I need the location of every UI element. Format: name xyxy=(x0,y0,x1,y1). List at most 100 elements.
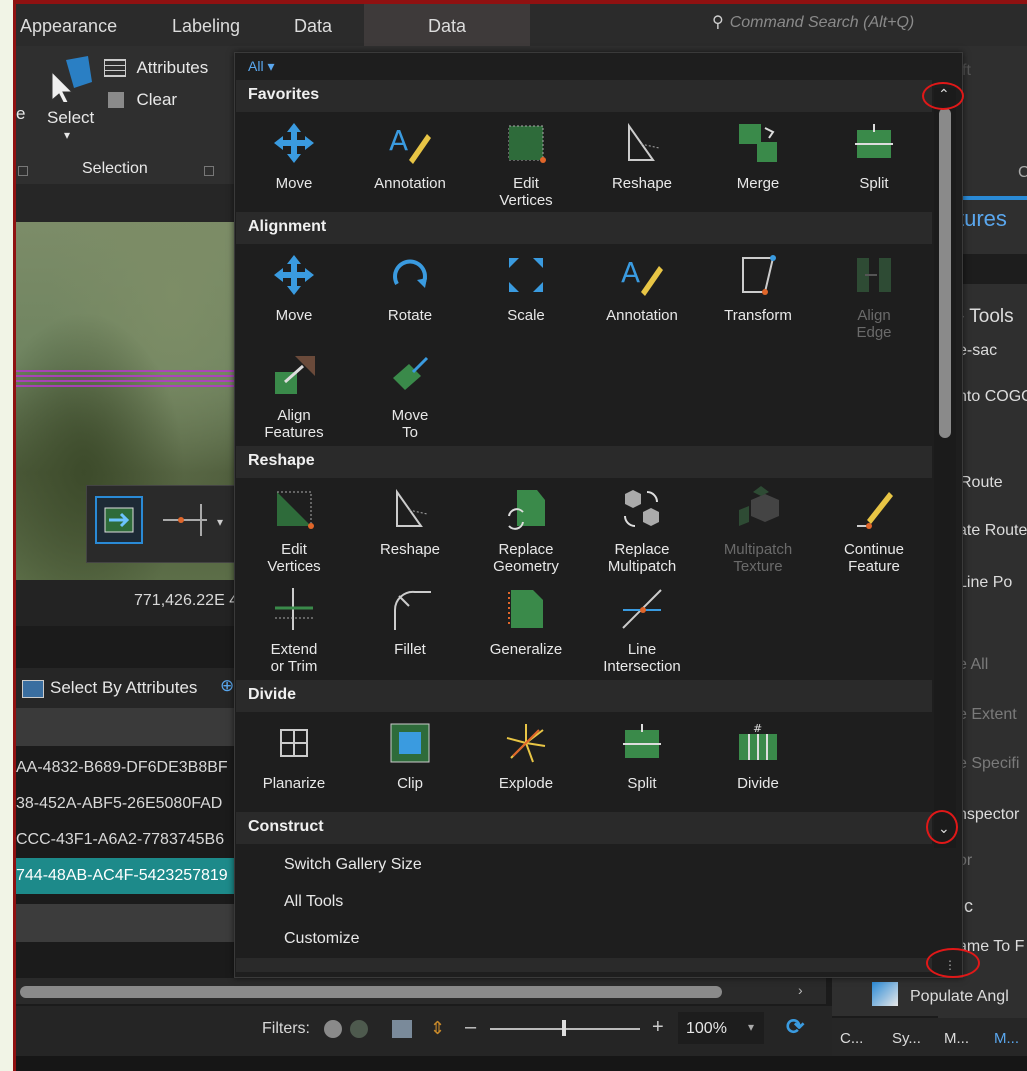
replace-multipatch-icon xyxy=(624,490,659,527)
annotation-circle xyxy=(922,82,964,110)
zoom-out-icon[interactable]: – xyxy=(465,1016,476,1039)
table-row[interactable]: CCC-43F1-A6A2-7783745B6 xyxy=(16,822,241,858)
pane-item[interactable]: ate Route xyxy=(958,522,1027,540)
merge-tool[interactable]: Merge xyxy=(700,120,816,192)
left-background-strip xyxy=(0,0,13,1071)
dialog-launcher-icon[interactable] xyxy=(204,166,214,176)
clear-selection-icon xyxy=(108,92,124,108)
time-filter-icon[interactable] xyxy=(324,1020,342,1038)
pane-tab[interactable]: C... xyxy=(840,1030,863,1047)
dialog-launcher-icon[interactable] xyxy=(18,166,28,176)
tool-icon xyxy=(872,982,898,1006)
reshape-tool[interactable]: Reshape xyxy=(352,486,468,558)
tab-appearance[interactable]: Appearance xyxy=(20,4,117,46)
move-to-icon xyxy=(393,356,429,390)
replace-geometry-icon xyxy=(508,490,545,530)
gallery-footer xyxy=(236,958,932,972)
select-by-attributes-button[interactable]: Select By Attributes ⊕ xyxy=(16,668,241,708)
edit-vertices-tool[interactable]: Edit Vertices xyxy=(468,120,584,209)
bottom-edge xyxy=(16,1056,1027,1071)
pane-item[interactable]: nspector xyxy=(958,806,1019,824)
move-to-tool[interactable]: Move To xyxy=(352,352,468,441)
line-intersection-tool[interactable]: Line Intersection xyxy=(584,586,700,675)
table-row[interactable]: 38-452A-ABF5-26E5080FAD xyxy=(16,786,241,822)
clear-button[interactable]: Clear xyxy=(108,90,208,112)
switch-gallery-size-menu-item[interactable]: Switch Gallery Size xyxy=(284,856,422,874)
scale-icon xyxy=(509,258,543,292)
extend-or-trim-tool[interactable]: Extend or Trim xyxy=(236,586,352,675)
scale-tool[interactable]: Scale xyxy=(468,252,584,324)
chevron-down-icon[interactable]: ▾ xyxy=(64,128,70,142)
split-tool[interactable]: Split xyxy=(584,720,700,792)
refresh-icon[interactable]: ⟳ xyxy=(786,1014,804,1040)
annotation-tool[interactable]: A Annotation xyxy=(584,252,700,324)
split-icon xyxy=(623,724,661,758)
transform-tool[interactable]: Transform xyxy=(700,252,816,324)
partial-ribbon-label: ft xyxy=(962,62,971,79)
scroll-right-icon[interactable]: › xyxy=(798,982,803,998)
pane-item[interactable]: nto COGO xyxy=(958,388,1027,406)
pane-tab[interactable]: M... xyxy=(944,1030,969,1047)
rotate-icon xyxy=(393,259,427,288)
reshape-tool[interactable]: Reshape xyxy=(584,120,700,192)
select-tool-icon xyxy=(51,56,92,105)
tab-data[interactable]: Data xyxy=(294,4,332,46)
range-filter-icon[interactable] xyxy=(350,1020,368,1038)
align-features-tool[interactable]: Align Features xyxy=(236,352,352,441)
pane-item-disabled: e Specifi xyxy=(958,755,1020,772)
pane-item[interactable]: Route xyxy=(960,474,1003,492)
zoom-slider-handle[interactable] xyxy=(562,1020,566,1036)
select-button[interactable] xyxy=(48,52,98,108)
rotate-tool[interactable]: Rotate xyxy=(352,252,468,324)
definition-filter-icon[interactable] xyxy=(392,1020,412,1038)
replace-geometry-tool[interactable]: Replace Geometry xyxy=(468,486,584,575)
pane-tab-active[interactable]: M... xyxy=(994,1030,1019,1047)
pane-item[interactable]: Line Po xyxy=(958,574,1012,592)
attributes-button[interactable]: Attributes xyxy=(104,58,224,80)
all-tools-menu-item[interactable]: All Tools xyxy=(284,893,343,911)
pane-tab[interactable]: Sy... xyxy=(892,1030,921,1047)
split-icon xyxy=(855,124,893,158)
pane-title: tures xyxy=(958,206,1007,231)
extend-trim-icon xyxy=(275,588,313,630)
populate-angle-tool[interactable]: Populate Angl xyxy=(832,976,1027,1016)
gallery-filter-dropdown[interactable]: All ▾ xyxy=(248,58,274,75)
move-icon xyxy=(274,255,314,295)
planarize-tool[interactable]: Planarize xyxy=(236,720,352,792)
segment-tool-icon[interactable]: ▾ xyxy=(157,498,227,542)
customize-menu-item[interactable]: Customize xyxy=(284,930,360,948)
move-icon[interactable] xyxy=(95,496,143,544)
edit-vertices-tool[interactable]: Edit Vertices xyxy=(236,486,352,575)
split-tool[interactable]: Split xyxy=(816,120,932,192)
move-tool[interactable]: Move xyxy=(236,120,352,192)
zoom-in-icon[interactable]: + xyxy=(652,1016,664,1039)
edit-vertices-icon xyxy=(277,491,314,529)
tab-labeling[interactable]: Labeling xyxy=(172,4,240,46)
zoom-level-select[interactable]: 100% ▾ xyxy=(678,1012,764,1044)
pane-item-disabled: e Extent xyxy=(958,706,1017,723)
divide-tool[interactable]: # Divide xyxy=(700,720,816,792)
map-feature-lines xyxy=(16,370,241,390)
map-mini-toolbar: ▾ xyxy=(86,485,243,563)
scrollbar-thumb[interactable] xyxy=(20,986,722,998)
generalize-tool[interactable]: Generalize xyxy=(468,586,584,658)
continue-feature-tool[interactable]: Continue Feature xyxy=(816,486,932,575)
reshape-icon xyxy=(628,122,660,161)
command-search-input[interactable]: ⚲ Command Search (Alt+Q) xyxy=(712,6,992,40)
annotation-tool[interactable]: A Annotation xyxy=(352,120,468,192)
sort-icon[interactable]: ⇕ xyxy=(430,1018,445,1039)
section-alignment-header: Alignment xyxy=(236,212,932,244)
explode-tool[interactable]: Explode xyxy=(468,720,584,792)
clip-tool[interactable]: Clip xyxy=(352,720,468,792)
tab-data-active[interactable]: Data xyxy=(364,4,530,46)
zoom-icon[interactable]: ⊕ xyxy=(220,676,234,696)
replace-multipatch-tool[interactable]: Replace Multipatch xyxy=(584,486,700,575)
pane-item[interactable]: e-sac xyxy=(958,342,997,360)
section-construct-header: Construct xyxy=(236,812,932,844)
move-tool[interactable]: Move xyxy=(236,252,352,324)
table-row-selected[interactable]: 744-48AB-AC4F-5423257819 xyxy=(16,858,241,894)
table-row[interactable]: AA-4832-B689-DF6DE3B8BF xyxy=(16,750,241,786)
fillet-tool[interactable]: Fillet xyxy=(352,586,468,658)
line-intersection-icon xyxy=(622,589,662,629)
gallery-scroll-thumb[interactable] xyxy=(939,108,951,438)
